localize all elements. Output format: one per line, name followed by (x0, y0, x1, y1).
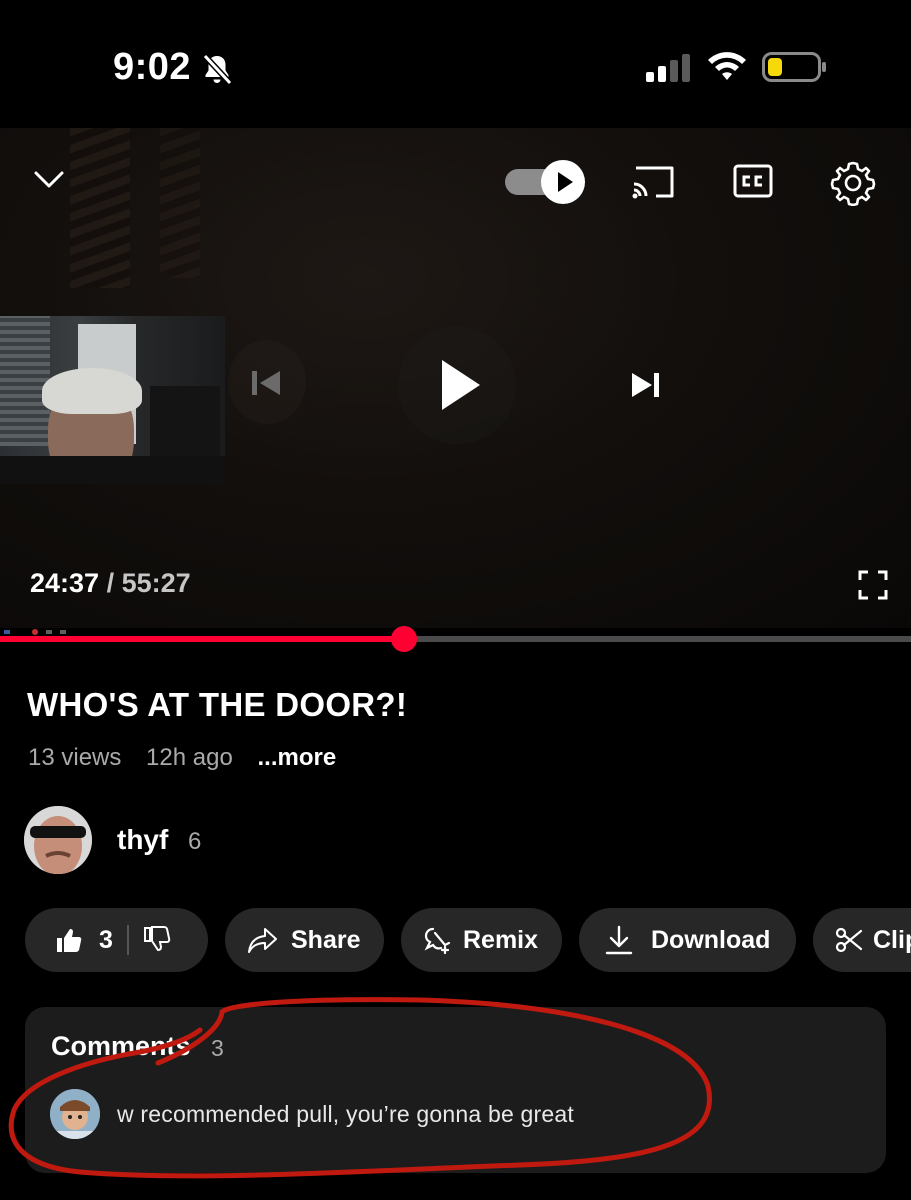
battery-low-icon (762, 52, 826, 82)
thumbnail-strip (4, 629, 66, 635)
share-button[interactable]: Share (225, 908, 384, 972)
chevron-down-icon[interactable] (32, 162, 66, 196)
bell-slash-icon (202, 53, 233, 86)
channel-name[interactable]: thyf (117, 824, 168, 856)
share-icon (248, 928, 277, 953)
duration: 55:27 (121, 568, 191, 598)
autoplay-knob (541, 160, 585, 204)
time-display: 24:37 / 55:27 (30, 568, 191, 599)
video-title: WHO'S AT THE DOOR?! (27, 686, 408, 723)
picture-in-picture-thumbnail (0, 316, 225, 484)
view-count: 13 views (28, 744, 122, 771)
status-bar: 9:02 (0, 0, 911, 128)
remix-button[interactable]: Remix (401, 908, 562, 972)
play-button[interactable] (398, 326, 516, 444)
closed-captions-icon[interactable] (733, 162, 773, 200)
cellular-signal-icon (646, 54, 690, 82)
remix-label: Remix (463, 925, 539, 954)
upload-age: 12h ago (146, 744, 233, 771)
avatar (50, 1089, 100, 1139)
clip-button[interactable]: Clip (813, 908, 911, 972)
progress-played (0, 636, 404, 642)
gear-icon[interactable] (830, 160, 876, 206)
progress-bar[interactable] (0, 626, 911, 652)
share-label: Share (291, 925, 361, 954)
cast-icon[interactable] (630, 162, 678, 202)
play-icon (442, 360, 480, 410)
progress-scrubber[interactable] (391, 626, 417, 652)
skip-next-button[interactable] (610, 345, 680, 425)
autoplay-toggle[interactable] (505, 160, 585, 204)
scissors-icon (835, 927, 863, 953)
skip-previous-button[interactable] (228, 340, 306, 424)
divider (126, 925, 129, 955)
subscriber-count: 6 (188, 828, 202, 855)
channel-avatar-image (24, 806, 92, 874)
comments-count: 3 (211, 1035, 224, 1061)
like-dislike-chip: 3 (25, 908, 208, 972)
more-link[interactable]: ...more (257, 744, 336, 771)
wifi-icon (708, 52, 746, 80)
status-time: 9:02 (113, 46, 192, 88)
skip-next-icon (632, 373, 659, 397)
comments-header: Comments (51, 1031, 191, 1061)
commenter-avatar-image (50, 1089, 100, 1139)
avatar[interactable] (24, 806, 92, 874)
like-count: 3 (99, 925, 113, 954)
download-label: Download (651, 925, 771, 954)
top-comment-text: w recommended pull, you’re gonna be grea… (117, 1101, 574, 1127)
time-separator: / (99, 568, 122, 598)
comments-section[interactable]: Comments 3 w recommended pull, you’re go… (25, 1007, 886, 1173)
current-time: 24:37 (30, 568, 100, 598)
download-icon (605, 925, 633, 955)
remix-icon (424, 927, 451, 955)
download-button[interactable]: Download (579, 908, 796, 972)
play-icon (558, 172, 573, 192)
thumbs-up-icon (57, 929, 82, 952)
like-button[interactable]: 3 (25, 926, 113, 955)
thumbs-down-icon[interactable] (143, 926, 171, 954)
skip-previous-icon (252, 371, 280, 395)
video-meta: 13 views 12h ago ...more (28, 744, 354, 772)
fullscreen-icon[interactable] (858, 570, 888, 600)
clip-label: Clip (873, 925, 911, 954)
